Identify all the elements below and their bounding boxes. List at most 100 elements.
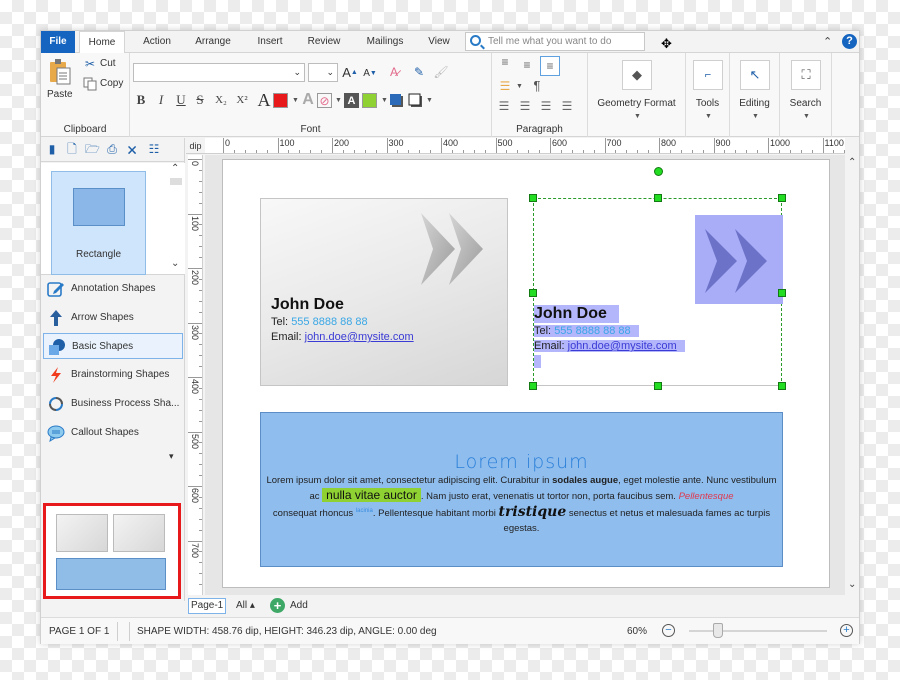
connector-tool-icon[interactable]: ⌐ <box>693 60 723 90</box>
new-stencil-icon[interactable]: 🗋 <box>65 142 79 157</box>
view-options-icon[interactable]: ☷ <box>147 142 161 157</box>
collapse-ribbon-icon[interactable]: ⌃ <box>823 35 832 48</box>
cut-button[interactable]: Cut <box>100 58 116 69</box>
scroll-up-icon[interactable]: ⌃ <box>171 163 179 174</box>
scroll-thumb[interactable] <box>170 178 182 185</box>
format-painter-icon[interactable]: 🖌 <box>433 63 449 81</box>
shadow-icon[interactable] <box>389 93 404 108</box>
font-color-dropdown-icon[interactable]: ▼ <box>292 97 299 104</box>
page-tab-1[interactable]: Page-1 <box>188 598 227 614</box>
zoom-in-icon[interactable]: + <box>840 624 853 637</box>
align-center-icon[interactable]: ☰ <box>518 99 532 113</box>
subscript-button[interactable]: X₂ <box>213 92 229 108</box>
more-categories-icon[interactable]: ▾ <box>169 451 174 462</box>
font-name-select[interactable]: ⌄ <box>133 63 305 82</box>
bold-button[interactable]: B <box>134 92 148 108</box>
highlight-color-swatch[interactable] <box>362 93 377 108</box>
shape-tile-rectangle[interactable]: Rectangle <box>51 171 146 275</box>
paint-bucket-icon[interactable]: ◆ <box>622 60 652 90</box>
save-stencil-icon[interactable]: ▮ <box>45 142 59 157</box>
tab-review[interactable]: Review <box>299 31 349 53</box>
save-as-stencil-icon[interactable]: ⎙ <box>105 142 119 157</box>
add-page-icon[interactable]: + <box>270 598 285 613</box>
resize-handle-sw[interactable] <box>529 382 537 390</box>
underline-button[interactable]: U <box>174 92 188 108</box>
eyedropper-icon[interactable]: ✎ <box>411 63 427 81</box>
category-arrow-shapes[interactable]: Arrow Shapes <box>43 305 183 331</box>
close-stencil-icon[interactable]: 🗙 <box>125 142 139 157</box>
search-dropdown-icon[interactable]: ▼ <box>803 113 810 120</box>
select-pointer-icon[interactable]: ↖ <box>740 60 770 90</box>
zoom-slider-track[interactable] <box>689 630 827 632</box>
pilcrow-icon[interactable]: ¶ <box>530 77 544 93</box>
bullet-dropdown-icon[interactable]: ▼ <box>516 83 523 90</box>
shrink-font-icon[interactable]: A ▼ <box>363 65 377 81</box>
resize-handle-ne[interactable] <box>778 194 786 202</box>
fill-dropdown-icon[interactable]: ▼ <box>335 97 342 104</box>
copy-button[interactable]: Copy <box>100 78 123 89</box>
tab-arrange[interactable]: Arrange <box>187 31 239 53</box>
drawing-canvas[interactable]: John Doe Tel: 555 8888 88 88 Email: john… <box>205 155 845 595</box>
tools-button[interactable]: Tools <box>686 98 729 109</box>
align-top-icon[interactable]: ≡ <box>498 55 512 69</box>
geometry-dropdown-icon[interactable]: ▼ <box>634 113 641 120</box>
category-brainstorming-shapes[interactable]: Brainstorming Shapes <box>43 362 183 388</box>
font-color-a-icon[interactable]: A <box>256 90 272 110</box>
no-fill-icon[interactable]: ⊘ <box>317 93 332 108</box>
border-icon[interactable] <box>408 93 423 108</box>
lorem-ipsum-banner[interactable]: Lorem ipsum Lorem ipsum dolor sit amet, … <box>260 412 783 567</box>
business-card-2-selected[interactable]: John Doe Tel: 555 8888 88 88 Email: john… <box>529 167 786 390</box>
tab-insert[interactable]: Insert <box>247 31 293 53</box>
help-icon[interactable]: ? <box>842 34 857 49</box>
category-basic-shapes[interactable]: Basic Shapes <box>43 333 183 359</box>
grow-font-icon[interactable]: A ▲ <box>342 63 358 81</box>
scroll-up-icon[interactable]: ⌃ <box>848 157 856 168</box>
tab-home[interactable]: Home <box>79 31 125 54</box>
category-business-process-shapes[interactable]: Business Process Sha... <box>43 391 183 417</box>
superscript-button[interactable]: X² <box>234 92 250 108</box>
resize-handle-se[interactable] <box>778 382 786 390</box>
add-page-button[interactable]: Add <box>290 600 308 611</box>
resize-handle-n[interactable] <box>654 194 662 202</box>
resize-handle-nw[interactable] <box>529 194 537 202</box>
all-pages-dropdown[interactable]: All ▴ <box>236 600 255 611</box>
copy-icon[interactable] <box>83 77 97 91</box>
category-annotation-shapes[interactable]: Annotation Shapes <box>43 276 183 302</box>
card2-email-link[interactable]: john.doe@mysite.com <box>568 340 677 352</box>
zoom-out-icon[interactable]: − <box>662 624 675 637</box>
tab-view[interactable]: View <box>419 31 459 53</box>
border-dropdown-icon[interactable]: ▼ <box>426 97 433 104</box>
search-button[interactable]: Search <box>780 98 831 109</box>
resize-handle-e[interactable] <box>778 289 786 297</box>
scroll-down-icon[interactable]: ⌄ <box>848 579 856 590</box>
tools-dropdown-icon[interactable]: ▼ <box>705 113 712 120</box>
clear-format-icon[interactable]: A̷ <box>386 63 402 81</box>
paste-button[interactable]: Paste <box>47 89 73 100</box>
category-callout-shapes[interactable]: Callout Shapes <box>43 420 183 446</box>
tell-me-search-input[interactable]: Tell me what you want to do <box>465 32 645 51</box>
editing-button[interactable]: Editing <box>730 98 779 109</box>
superscript-link[interactable]: lacinia <box>356 508 373 514</box>
editing-dropdown-icon[interactable]: ▼ <box>752 113 759 120</box>
text-highlight-a-icon[interactable]: A <box>344 93 359 108</box>
resize-handle-w[interactable] <box>529 289 537 297</box>
justify-icon[interactable]: ☰ <box>560 99 574 113</box>
align-bottom-icon[interactable]: ≡ <box>540 56 560 76</box>
gallery-scrollbar[interactable]: ⌃ ⌄ <box>169 163 183 275</box>
font-size-select[interactable]: ⌄ <box>308 63 338 82</box>
tab-mailings[interactable]: Mailings <box>357 31 413 53</box>
resize-handle-s[interactable] <box>654 382 662 390</box>
geometry-format-button[interactable]: Geometry Format <box>588 98 685 109</box>
paste-icon[interactable] <box>48 57 72 87</box>
strikethrough-button[interactable]: S <box>193 92 207 108</box>
italic-button[interactable]: I <box>154 92 168 108</box>
rotation-handle[interactable] <box>654 167 663 176</box>
font-color-swatch[interactable] <box>273 93 288 108</box>
zoom-slider-thumb[interactable] <box>712 623 723 638</box>
text-effects-icon[interactable]: A <box>301 91 315 109</box>
binoculars-icon[interactable]: ⛶ <box>791 60 821 90</box>
card1-email-link[interactable]: john.doe@mysite.com <box>305 331 414 343</box>
cut-icon[interactable]: ✂ <box>83 57 97 71</box>
tab-file[interactable]: File <box>41 31 75 53</box>
bullet-list-icon[interactable]: ☰ <box>498 79 512 93</box>
